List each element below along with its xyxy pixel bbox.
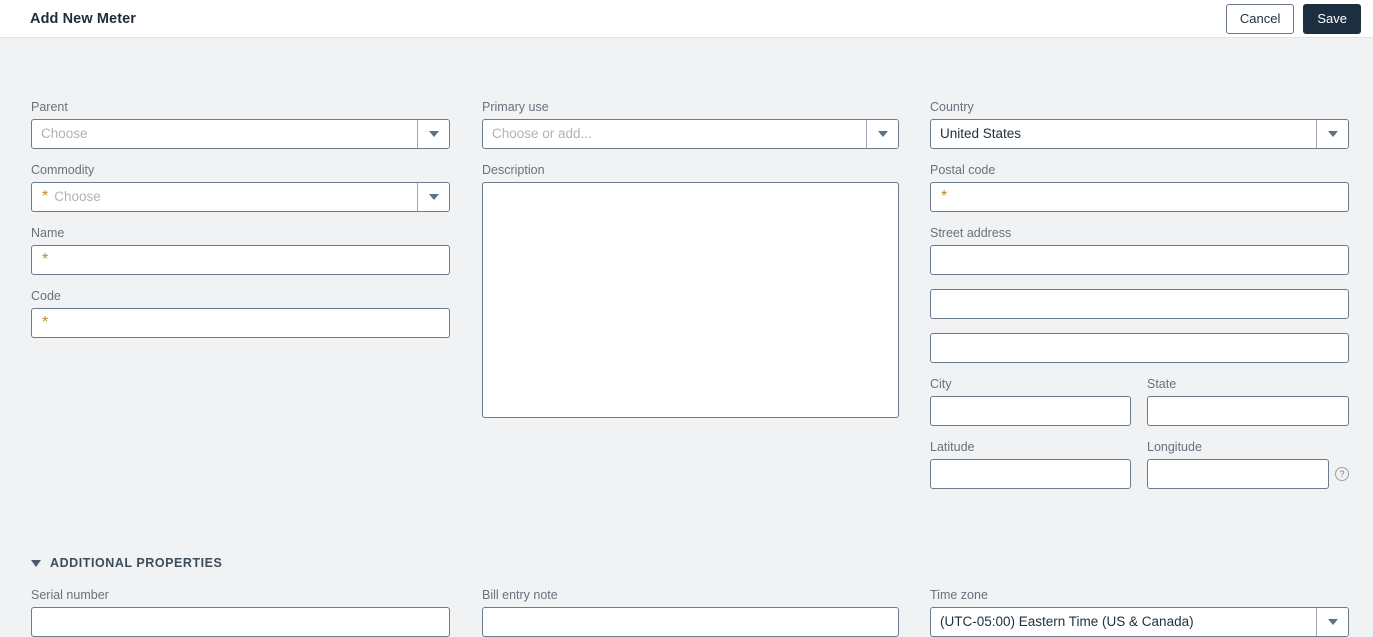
- description-label: Description: [482, 163, 545, 177]
- help-icon[interactable]: ?: [1335, 467, 1349, 481]
- chevron-down-icon: [877, 131, 888, 137]
- country-value[interactable]: United States: [931, 120, 1316, 148]
- country-dropdown-button[interactable]: [1316, 120, 1348, 148]
- time-zone-select[interactable]: (UTC-05:00) Eastern Time (US & Canada): [930, 607, 1349, 637]
- street-address-line2-input[interactable]: [930, 289, 1349, 319]
- additional-right-column: Time zone (UTC-05:00) Eastern Time (US &…: [930, 588, 1349, 637]
- chevron-down-icon: [1327, 131, 1338, 137]
- required-star-icon: *: [42, 188, 49, 205]
- left-column: Parent Choose Commodity * Choose Name *: [31, 100, 450, 338]
- longitude-input[interactable]: [1147, 459, 1329, 489]
- field-description: Description: [482, 163, 899, 418]
- longitude-wrap: ?: [1147, 459, 1349, 489]
- field-code: Code *: [31, 289, 450, 338]
- chevron-down-icon: [31, 559, 41, 567]
- field-time-zone: Time zone (UTC-05:00) Eastern Time (US &…: [930, 588, 1349, 637]
- street-address-line3-input[interactable]: [930, 333, 1349, 363]
- field-postal-code: Postal code *: [930, 163, 1349, 212]
- commodity-select[interactable]: * Choose: [31, 182, 450, 212]
- city-label: City: [930, 377, 952, 391]
- primary-use-label: Primary use: [482, 100, 549, 114]
- time-zone-value[interactable]: (UTC-05:00) Eastern Time (US & Canada): [931, 608, 1316, 636]
- serial-number-input[interactable]: [31, 607, 450, 637]
- parent-select[interactable]: Choose: [31, 119, 450, 149]
- field-street-address: Street address: [930, 226, 1349, 275]
- commodity-value[interactable]: Choose: [50, 183, 417, 211]
- time-zone-label: Time zone: [930, 588, 988, 602]
- field-primary-use: Primary use Choose or add...: [482, 100, 899, 149]
- commodity-dropdown-button[interactable]: [417, 183, 449, 211]
- primary-use-select[interactable]: Choose or add...: [482, 119, 899, 149]
- parent-value[interactable]: Choose: [32, 120, 417, 148]
- name-input[interactable]: *: [31, 245, 450, 275]
- field-longitude: Longitude ?: [1147, 440, 1349, 489]
- additional-properties-title: ADDITIONAL PROPERTIES: [50, 556, 223, 570]
- description-textarea[interactable]: [482, 182, 899, 418]
- field-street-address-line2: [930, 289, 1349, 319]
- longitude-label: Longitude: [1147, 440, 1202, 454]
- city-input[interactable]: [930, 396, 1131, 426]
- parent-dropdown-button[interactable]: [417, 120, 449, 148]
- state-label: State: [1147, 377, 1177, 391]
- right-column: Country United States Postal code * Stre…: [930, 100, 1349, 503]
- street-address-label: Street address: [930, 226, 1012, 240]
- bill-entry-note-input[interactable]: [482, 607, 899, 637]
- code-input[interactable]: *: [31, 308, 450, 338]
- field-parent: Parent Choose: [31, 100, 450, 149]
- postal-code-input[interactable]: *: [930, 182, 1349, 212]
- bill-entry-note-label: Bill entry note: [482, 588, 558, 602]
- city-state-row: City State: [930, 377, 1349, 440]
- field-city: City: [930, 377, 1131, 426]
- field-name: Name *: [31, 226, 450, 275]
- middle-column: Primary use Choose or add... Description: [482, 100, 899, 418]
- name-label: Name: [31, 226, 65, 240]
- field-bill-entry-note: Bill entry note: [482, 588, 899, 637]
- serial-number-label: Serial number: [31, 588, 109, 602]
- primary-use-value[interactable]: Choose or add...: [483, 120, 866, 148]
- commodity-label: Commodity: [31, 163, 95, 177]
- required-star-icon: *: [42, 314, 49, 331]
- primary-use-dropdown-button[interactable]: [866, 120, 898, 148]
- additional-properties-toggle[interactable]: ADDITIONAL PROPERTIES: [31, 556, 222, 570]
- cancel-button[interactable]: Cancel: [1225, 3, 1295, 34]
- field-commodity: Commodity * Choose: [31, 163, 450, 212]
- street-address-line1-input[interactable]: [930, 245, 1349, 275]
- required-star-icon: *: [42, 251, 49, 268]
- latitude-label: Latitude: [930, 440, 975, 454]
- save-button[interactable]: Save: [1303, 3, 1361, 34]
- field-state: State: [1147, 377, 1349, 426]
- parent-label: Parent: [31, 100, 68, 114]
- postal-code-label: Postal code: [930, 163, 996, 177]
- page-title: Add New Meter: [30, 10, 137, 27]
- field-latitude: Latitude: [930, 440, 1131, 489]
- country-label: Country: [930, 100, 974, 114]
- state-input[interactable]: [1147, 396, 1349, 426]
- additional-left-column: Serial number: [31, 588, 450, 637]
- chevron-down-icon: [428, 131, 439, 137]
- field-serial-number: Serial number: [31, 588, 450, 637]
- field-street-address-line3: [930, 333, 1349, 363]
- chevron-down-icon: [428, 194, 439, 200]
- latitude-input[interactable]: [930, 459, 1131, 489]
- required-star-icon: *: [941, 188, 948, 205]
- code-label: Code: [31, 289, 61, 303]
- time-zone-dropdown-button[interactable]: [1316, 608, 1348, 636]
- chevron-down-icon: [1327, 619, 1338, 625]
- field-country: Country United States: [930, 100, 1349, 149]
- page-header: Add New Meter Cancel Save: [0, 0, 1373, 38]
- additional-middle-column: Bill entry note: [482, 588, 899, 637]
- country-select[interactable]: United States: [930, 119, 1349, 149]
- lat-long-row: Latitude Longitude ?: [930, 440, 1349, 503]
- header-actions: Cancel Save: [1225, 3, 1361, 34]
